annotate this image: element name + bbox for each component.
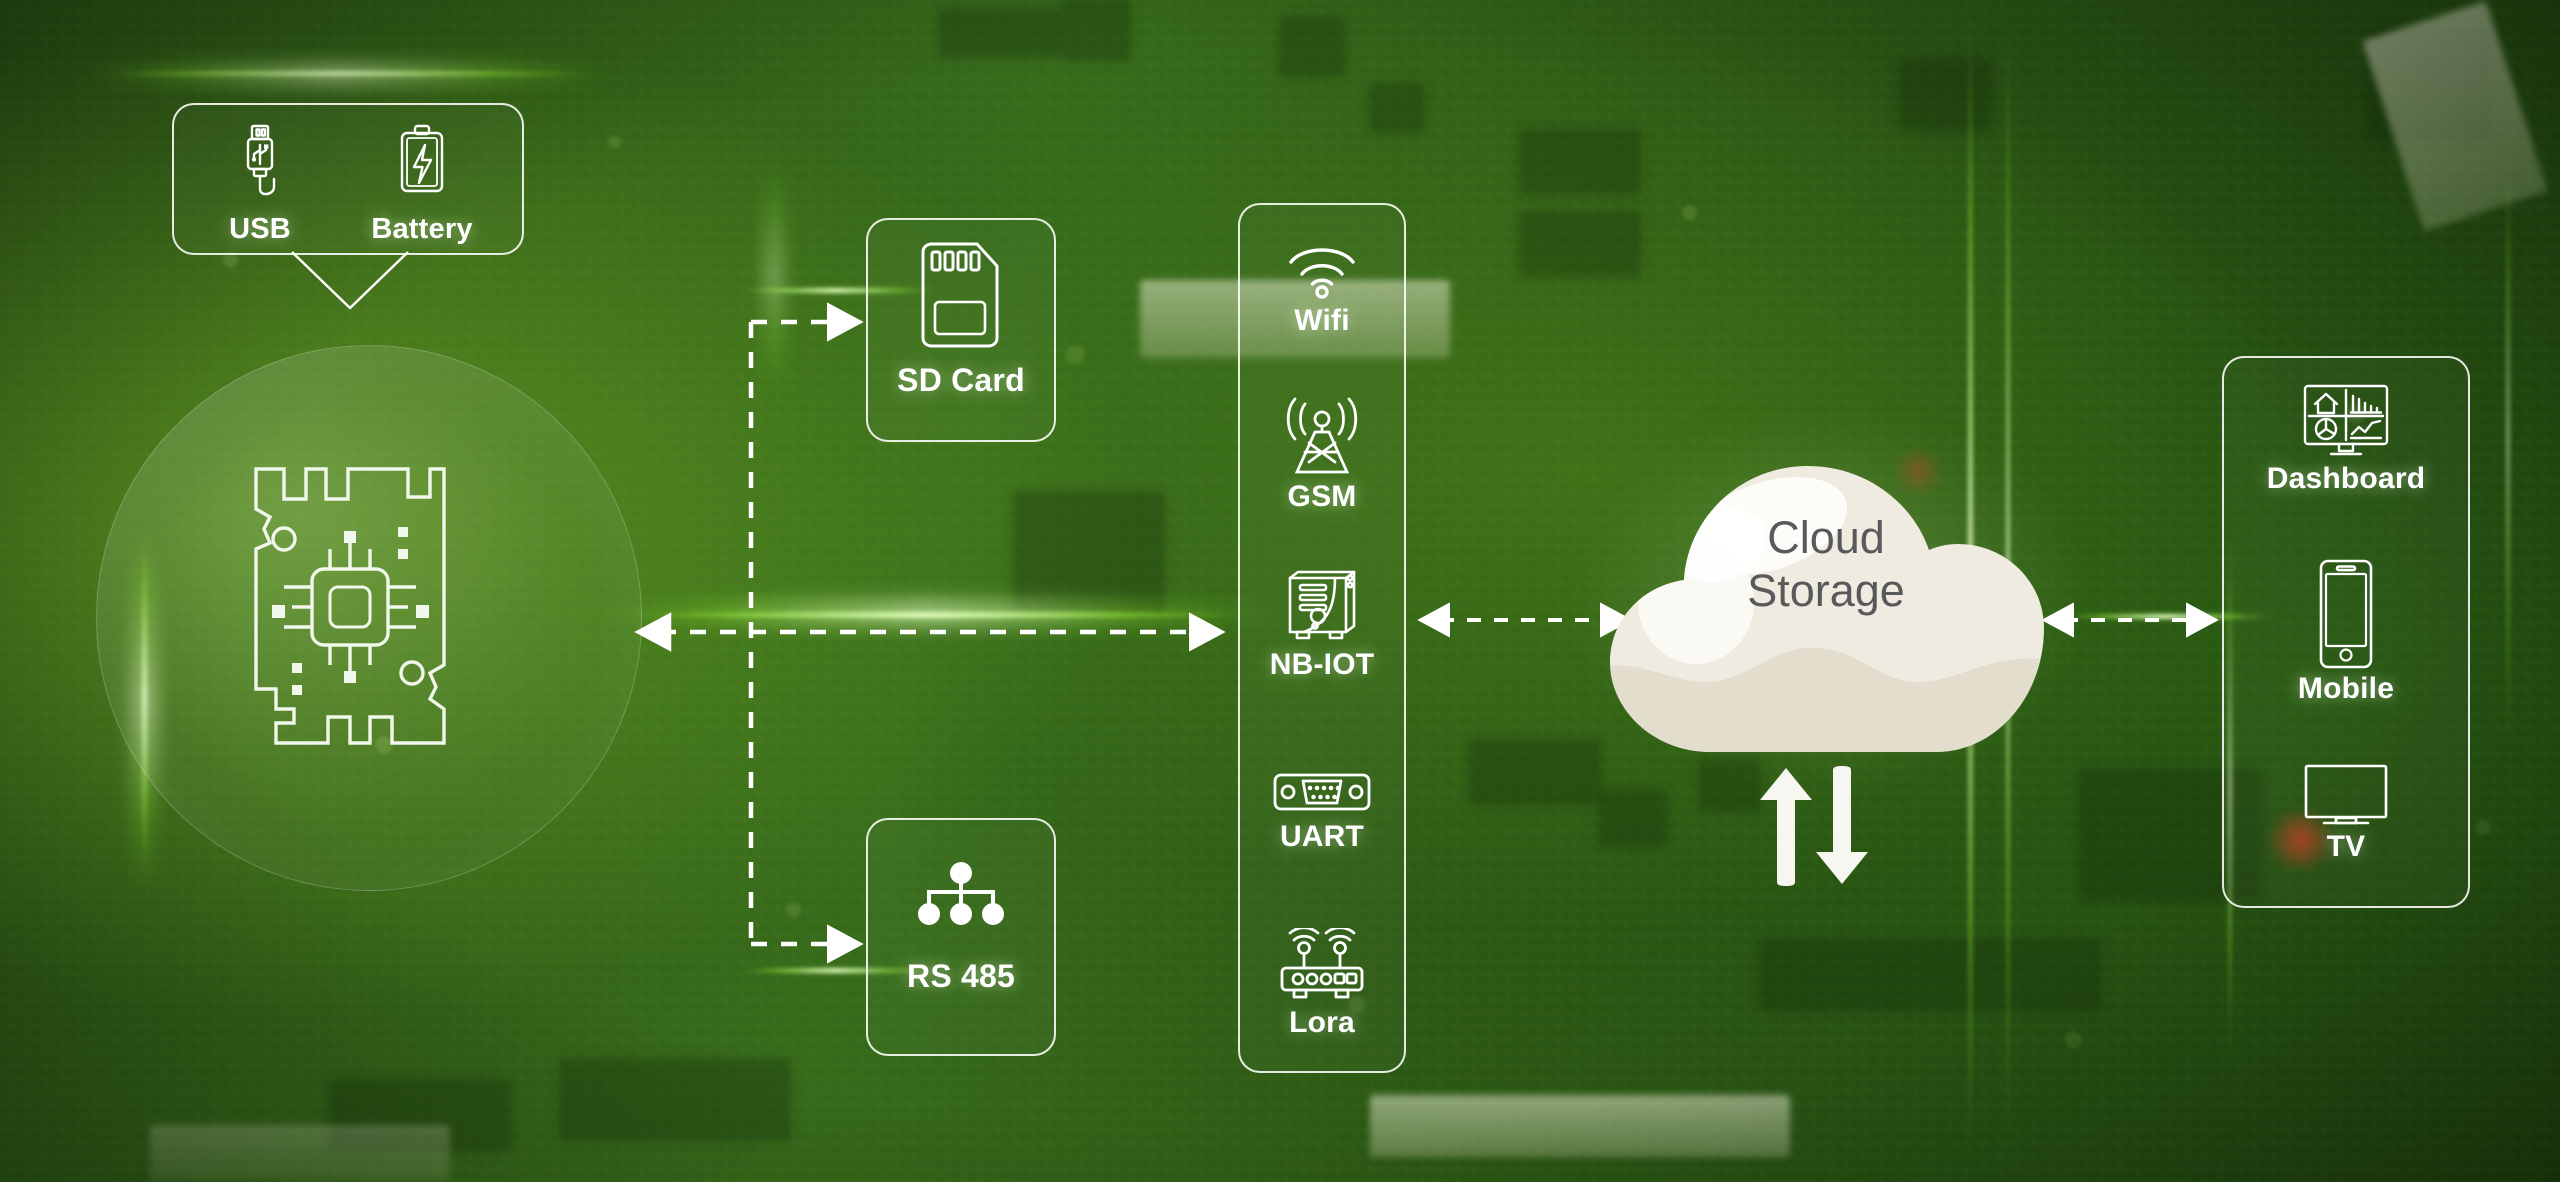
connectivity-item-wifi[interactable]: Wifi [1238, 238, 1406, 338]
connectivity-item-nbiot-label: NB-IOT [1269, 648, 1375, 681]
rs485-label: RS 485 [907, 958, 1015, 994]
connectivity-item-uart[interactable]: UART [1238, 768, 1406, 854]
mcu-block[interactable] [240, 437, 460, 757]
output-item-mobile[interactable]: Mobile [2222, 558, 2470, 706]
power-item-battery[interactable]: Battery [352, 123, 492, 246]
cloud-storage-label: Cloud Storage [1592, 512, 2060, 617]
sd-card-icon [921, 242, 999, 348]
television-icon [2304, 764, 2388, 825]
connectivity-item-wifi-label: Wifi [1294, 304, 1350, 337]
connectivity-item-lora[interactable]: Lora [1238, 928, 1406, 1040]
cell-tower-icon [1286, 397, 1358, 474]
smartphone-icon [2319, 559, 2373, 669]
connectivity-item-gsm[interactable]: GSM [1238, 396, 1406, 514]
connectivity-item-gsm-label: GSM [1287, 480, 1357, 513]
cloud-storage-block[interactable]: Cloud Storage [1592, 434, 2060, 764]
output-item-dashboard-label: Dashboard [2266, 462, 2426, 495]
network-hierarchy-icon [918, 862, 1004, 925]
connectivity-item-lora-label: Lora [1289, 1006, 1355, 1039]
cloud-storage-line2: Storage [1747, 564, 1905, 616]
rs485-block[interactable]: RS 485 [866, 862, 1056, 995]
output-item-dashboard[interactable]: Dashboard [2222, 382, 2470, 496]
output-item-mobile-label: Mobile [2297, 672, 2395, 705]
power-panel-pointer [291, 251, 409, 310]
connectivity-item-uart-label: UART [1279, 820, 1365, 853]
battery-charging-icon [400, 124, 444, 193]
microcontroller-pcb-icon [254, 467, 446, 745]
iot-architecture-diagram: USB Battery SD Card RS 485 Wifi GSM NB-I… [0, 0, 2560, 1182]
arrow-down-icon [1816, 766, 1868, 884]
power-item-battery-label: Battery [371, 213, 473, 245]
cloud-storage-line1: Cloud [1767, 512, 1885, 563]
arrow-up-icon [1760, 768, 1812, 886]
nbiot-gateway-icon [1288, 570, 1356, 640]
cloud-transfer-arrows [1760, 766, 1868, 886]
dashboard-monitor-icon [2303, 384, 2389, 456]
db9-serial-port-icon [1273, 773, 1371, 811]
wifi-icon [1289, 248, 1355, 299]
output-item-tv[interactable]: TV [2222, 762, 2470, 864]
lora-router-icon [1280, 928, 1364, 999]
connectivity-item-nbiot[interactable]: NB-IOT [1238, 568, 1406, 682]
usb-cable-icon [246, 124, 276, 196]
sd-card-label: SD Card [897, 362, 1025, 398]
output-item-tv-label: TV [2326, 830, 2366, 863]
power-item-usb-label: USB [229, 213, 291, 245]
sd-card-block[interactable]: SD Card [866, 240, 1056, 399]
power-item-usb[interactable]: USB [200, 123, 320, 246]
